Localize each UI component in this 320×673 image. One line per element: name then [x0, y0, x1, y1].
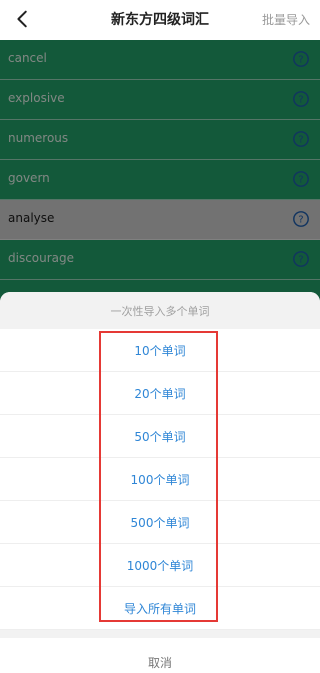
sheet-divider	[0, 630, 320, 638]
highlight-box	[99, 331, 218, 622]
batch-import-button[interactable]: 批量导入	[262, 11, 310, 28]
top-bar: 新东方四级词汇 批量导入	[0, 0, 320, 40]
cancel-button[interactable]: 取消	[0, 638, 320, 673]
sheet-title: 一次性导入多个单词	[0, 292, 320, 329]
